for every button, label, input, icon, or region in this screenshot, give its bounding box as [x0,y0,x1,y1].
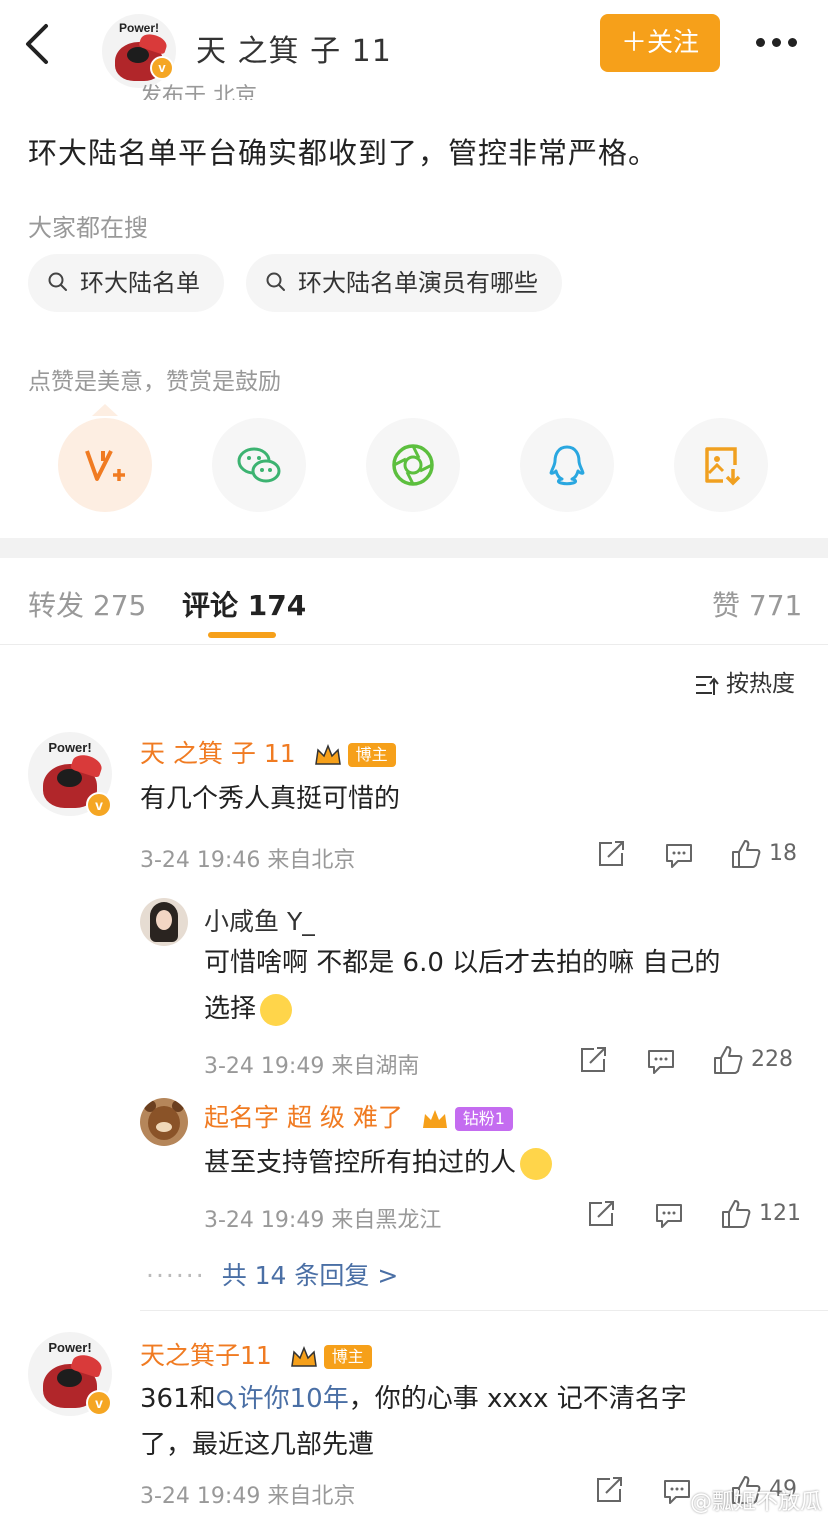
share-icon[interactable] [594,1476,624,1504]
tab-likes[interactable]: 赞 771 [712,584,802,624]
reply-text-line: 选择 [204,986,720,1032]
crown-icon [422,1110,447,1128]
crown-icon [290,1346,317,1367]
top-bar: Power! v 天 之箕 子 11 ＋关注 [0,0,828,90]
search-chip-label: 环大陆名单演员有哪些 [298,269,538,297]
like-count: 18 [769,841,797,866]
like-button[interactable]: 228 [712,1044,793,1076]
share-moments-button[interactable] [366,418,460,512]
commenter-name-text: 天之箕子11 [140,1341,272,1370]
save-image-icon [705,447,741,486]
replier-name-text: 起名字 超 级 难了 [204,1103,403,1132]
share-icon[interactable] [586,1200,616,1228]
search-link[interactable]: 许你10年 [216,1384,349,1414]
back-arrow-icon[interactable] [18,22,58,66]
reply-icon[interactable] [664,842,694,870]
reward-v-icon [85,450,125,481]
like-button[interactable]: 18 [730,838,797,870]
replier-name[interactable]: 起名字 超 级 难了 钻粉1 [204,1098,513,1134]
cheering-emoji-icon [520,1147,553,1180]
post-text: 环大陆名单平台确实都收到了，管控非常严格。 [28,136,659,170]
watermark: @瓢姬不放瓜 [690,1490,823,1515]
search-chip-label: 环大陆名单 [80,269,200,297]
share-qq-button[interactable] [520,418,614,512]
reply-text-line: 可惜啥啊 不都是 6.0 以后才去拍的嘛 自己的 [204,948,721,978]
like-count: 121 [759,1201,801,1226]
commenter-name-text: 天 之箕 子 11 [140,739,296,768]
thumbs-up-icon [722,1200,751,1228]
more-replies-label: 共 14 条回复 > [221,1261,399,1290]
reply-meta: 3-24 19:49 来自黑龙江 [204,1208,442,1233]
replier-name[interactable]: 小咸鱼 Y_ [204,902,315,938]
moments-icon [392,444,434,486]
share-wechat-button[interactable] [212,418,306,512]
reply-icon[interactable] [646,1048,676,1076]
crown-icon [314,744,341,765]
comment-text-line: 361和 许你10年，你的心事 xxxx 记不清名字 [140,1384,687,1414]
more-options-icon[interactable] [752,30,802,54]
comment-meta: 3-24 19:49 来自北京 [140,1484,356,1509]
reward-label: 点赞是美意，赞赏是鼓励 [28,369,281,395]
save-image-button[interactable] [674,418,768,512]
comment-text: 有几个秀人真挺可惜的 [140,784,401,814]
like-button[interactable]: 121 [720,1198,801,1230]
reply-icon[interactable] [654,1202,684,1230]
reply-text: 甚至支持管控所有拍过的人 [204,1140,553,1186]
tab-divider [0,644,828,645]
replier-avatar[interactable] [140,1098,188,1146]
verified-icon: v [86,792,112,818]
trending-search-label: 大家都在搜 [28,214,148,242]
verified-icon: v [150,56,174,80]
search-icon [266,272,285,291]
reply-icon[interactable] [662,1478,692,1506]
thumbs-up-icon [732,840,761,868]
author-name[interactable]: 天 之箕 子 11 [196,26,392,70]
reply-meta: 3-24 19:49 来自湖南 [204,1054,420,1079]
comment-text-line: 了，最近这几部先遭 [140,1430,375,1460]
qq-icon [549,445,585,486]
section-divider [0,538,828,558]
like-count: 228 [751,1047,793,1072]
thumbs-up-icon [714,1046,743,1074]
share-icon[interactable] [578,1046,608,1074]
follow-button[interactable]: ＋关注 [600,14,720,72]
commenter-name[interactable]: 天之箕子11 博主 [140,1336,372,1372]
comment-meta: 3-24 19:46 来自北京 [140,848,356,873]
replier-avatar[interactable] [140,898,188,946]
commenter-name[interactable]: 天 之箕 子 11 博主 [140,734,396,770]
active-tab-indicator [208,632,276,638]
search-chip[interactable]: 环大陆名单 [28,254,224,312]
search-icon [216,1389,237,1410]
sort-label: 按热度 [726,671,795,697]
tab-comments[interactable]: 评论 174 [182,584,306,624]
reward-button[interactable] [58,418,152,512]
search-icon [48,272,67,291]
search-chip[interactable]: 环大陆名单演员有哪些 [246,254,562,312]
publish-location: 发布于 北京 [140,84,257,100]
pointer-triangle [92,404,118,416]
fan-badge: 钻粉1 [454,1107,513,1131]
author-badge: 博主 [347,743,396,767]
comment-text: 361和 许你10年，你的心事 xxxx 记不清名字 了，最近这几部先遭 [140,1376,687,1468]
sort-button[interactable]: 按热度 [694,664,795,698]
sweat-emoji-icon [260,993,293,1026]
verified-icon: v [86,1390,112,1416]
share-icon[interactable] [596,840,626,868]
author-badge: 博主 [323,1345,372,1369]
tab-repost[interactable]: 转发 275 [28,584,146,624]
comment-divider [140,1310,828,1311]
wechat-icon [237,447,281,483]
view-more-replies-link[interactable]: ······ 共 14 条回复 > [146,1256,398,1292]
reply-text: 可惜啥啊 不都是 6.0 以后才去拍的嘛 自己的 选择 [204,940,720,1032]
sort-icon [696,675,719,695]
